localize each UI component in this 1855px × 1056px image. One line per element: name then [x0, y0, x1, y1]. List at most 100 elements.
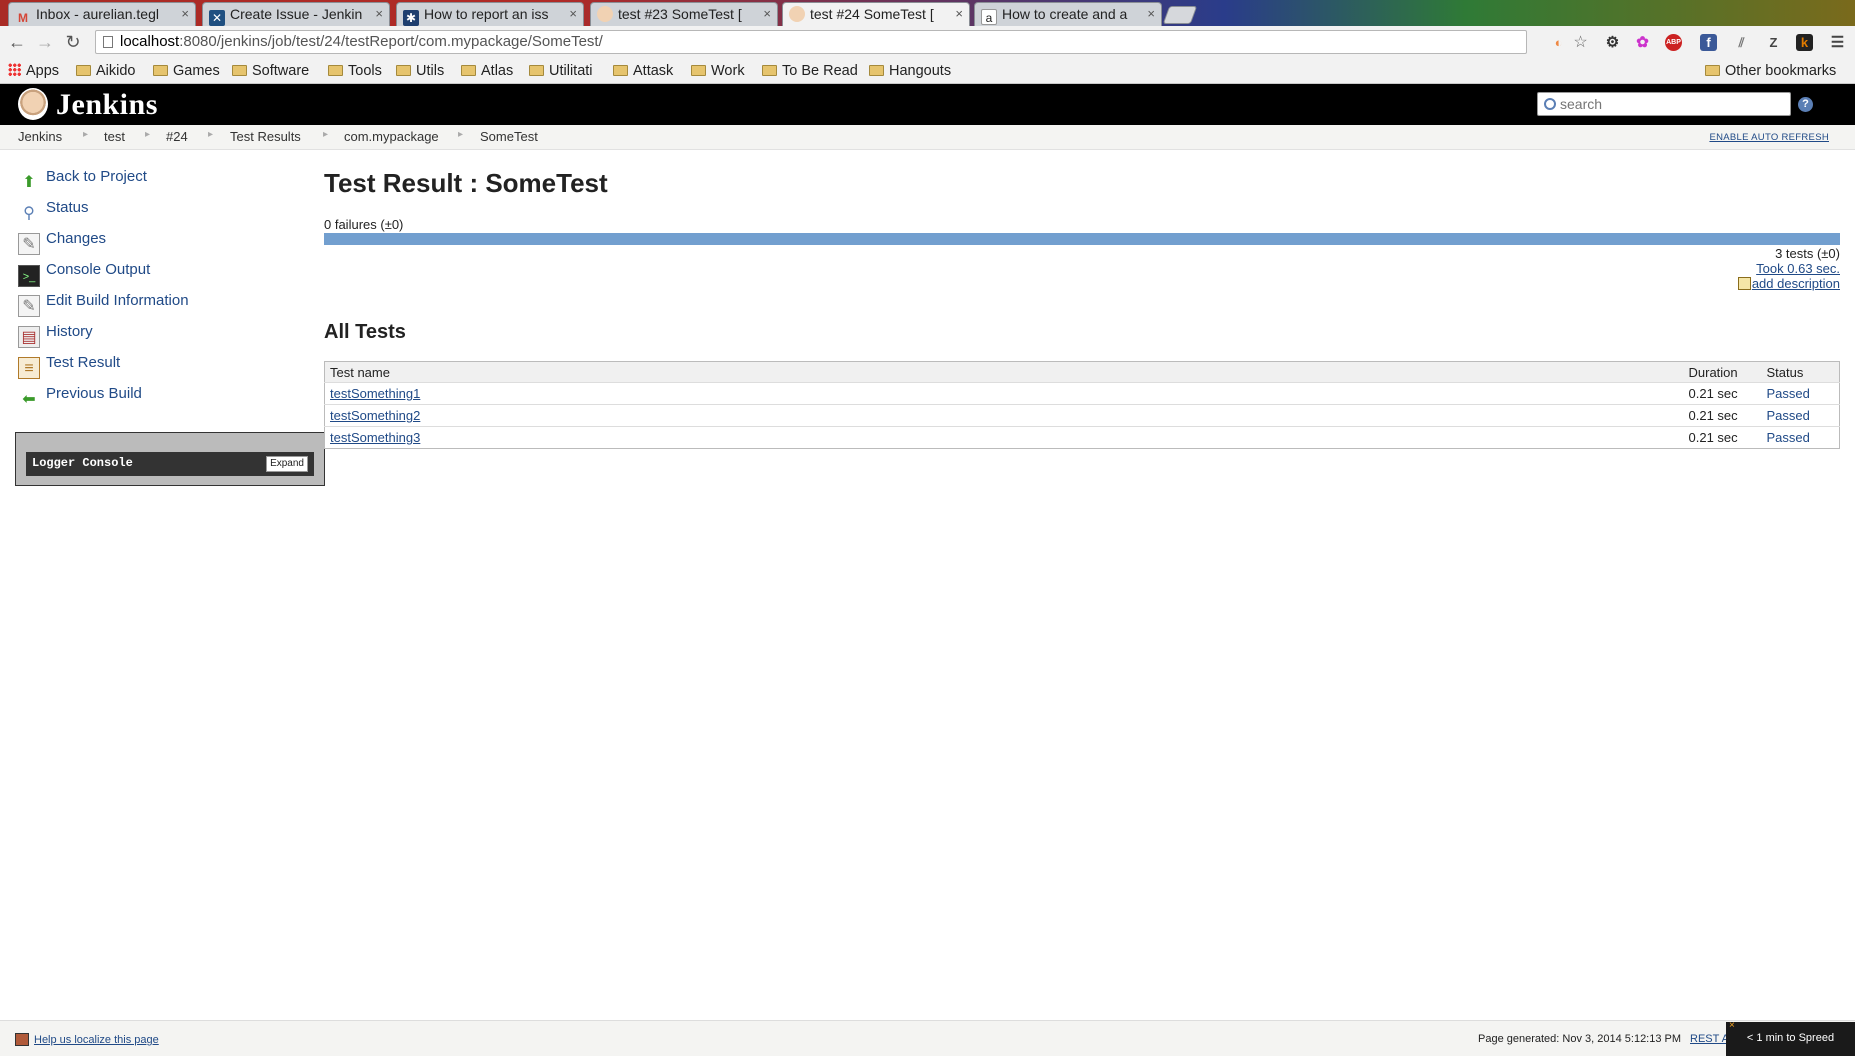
new-tab-button[interactable] — [1162, 6, 1198, 24]
sidebar-item-changes[interactable]: ✎ Changes — [18, 230, 106, 255]
duration-cell: 0.21 sec — [1683, 404, 1762, 427]
colorful-extension-icon[interactable]: ✿ — [1634, 34, 1651, 51]
bookmark-attask[interactable]: Attask — [613, 62, 673, 80]
column-header-duration[interactable]: Duration — [1683, 361, 1762, 383]
forward-arrow-icon[interactable]: → — [34, 31, 56, 53]
close-icon[interactable]: × — [1729, 1020, 1735, 1031]
close-tab-icon[interactable]: × — [1147, 3, 1155, 25]
notepad-edit-icon — [1737, 277, 1751, 290]
browser-tab-how-to-create[interactable]: a How to create and a × — [974, 2, 1162, 26]
page-generated-timestamp: Page generated: Nov 3, 2014 5:12:13 PM — [1478, 1033, 1682, 1045]
browser-tab-report-issue[interactable]: ✱ How to report an iss × — [396, 2, 584, 26]
breadcrumb-build-24[interactable]: #24 — [166, 129, 188, 144]
browser-tab-test-24[interactable]: test #24 SomeTest [× — [782, 2, 970, 27]
close-tab-icon[interactable]: × — [569, 3, 577, 25]
jenkins-icon — [789, 6, 805, 22]
table-header-row: Test name Duration Status — [324, 361, 1840, 383]
column-header-test-name[interactable]: Test name — [324, 361, 1684, 383]
folder-icon — [1705, 65, 1720, 76]
sidebar-item-status[interactable]: ⚲ Status — [18, 199, 88, 225]
breadcrumb-separator-icon: ▸ — [208, 129, 214, 140]
bookmark-tools[interactable]: Tools — [328, 62, 382, 80]
breadcrumb-test-results[interactable]: Test Results — [230, 129, 301, 144]
folder-icon — [762, 65, 777, 76]
breadcrumb: Jenkins ▸ test ▸ #24 ▸ Test Results ▸ co… — [0, 125, 1855, 150]
close-tab-icon[interactable]: × — [375, 3, 383, 25]
bookmark-aikido[interactable]: Aikido — [76, 62, 136, 80]
column-header-status[interactable]: Status — [1761, 361, 1840, 383]
bookmark-software[interactable]: Software — [232, 62, 309, 80]
folder-icon — [869, 65, 884, 76]
bookmark-star-icon[interactable]: ☆ — [1572, 34, 1589, 51]
bookmark-hangouts[interactable]: Hangouts — [869, 62, 951, 80]
history-icon: ▤ — [18, 326, 40, 348]
bookmark-work[interactable]: Work — [691, 62, 745, 80]
search-input[interactable] — [1537, 92, 1791, 116]
test-name-link[interactable]: testSomething3 — [330, 430, 420, 445]
folder-icon — [232, 65, 247, 76]
logger-expand-button[interactable]: Expand — [266, 456, 308, 472]
sidebar-item-back-to-project[interactable]: ⬆ Back to Project — [18, 168, 147, 194]
notepad-icon: ✎ — [18, 233, 40, 255]
took-duration-link[interactable]: Took 0.63 sec. — [1756, 261, 1840, 276]
breadcrumb-test[interactable]: test — [104, 129, 125, 144]
facebook-icon[interactable]: f — [1700, 34, 1717, 51]
sidebar-item-previous-build[interactable]: ⬅ Previous Build — [18, 385, 142, 411]
folder-icon — [396, 65, 411, 76]
bookmark-atlas[interactable]: Atlas — [461, 62, 513, 80]
color-picker-icon[interactable]: ◐ — [1550, 34, 1567, 51]
breadcrumb-jenkins[interactable]: Jenkins — [18, 129, 62, 144]
back-arrow-icon[interactable]: ← — [6, 31, 28, 53]
help-icon[interactable]: ? — [1798, 97, 1813, 112]
help-localize-link[interactable]: Help us localize this page — [34, 1034, 159, 1046]
zotero-icon[interactable]: Z — [1765, 34, 1782, 51]
sidebar-item-console-output[interactable]: >_ Console Output — [18, 261, 150, 287]
breadcrumb-package[interactable]: com.mypackage — [344, 129, 439, 144]
browser-tab-gmail[interactable]: M Inbox - aurelian.tegl × — [8, 2, 196, 26]
table-row: testSomething1 0.21 sec Passed — [324, 382, 1840, 405]
bookmark-other[interactable]: Other bookmarks — [1705, 62, 1836, 80]
folder-icon — [328, 65, 343, 76]
bookmarks-bar: Apps Aikido Games Software Tools Utils A… — [0, 58, 1855, 84]
test-name-link[interactable]: testSomething1 — [330, 386, 420, 401]
table-row: testSomething3 0.21 sec Passed — [324, 426, 1840, 449]
jenkins-logo-icon[interactable] — [18, 88, 48, 120]
close-tab-icon[interactable]: × — [181, 3, 189, 25]
status-cell: Passed — [1761, 382, 1840, 405]
rest-api-link[interactable]: REST A — [1690, 1033, 1729, 1045]
confluence-icon: ✱ — [403, 10, 419, 26]
folder-icon — [529, 65, 544, 76]
logger-console-title: Logger Console — [32, 456, 133, 470]
sidebar-item-test-result[interactable]: ≡ Test Result — [18, 354, 120, 379]
address-bar[interactable]: localhost:8080/jenkins/job/test/24/testR… — [95, 30, 1527, 54]
add-description-link[interactable]: add description — [1737, 276, 1840, 291]
bookmark-utils[interactable]: Utils — [396, 62, 444, 80]
bookmark-to-be-read[interactable]: To Be Read — [762, 62, 858, 80]
library-icon[interactable]: ⫽ — [1733, 34, 1750, 51]
logger-console-panel: Logger Console Expand — [15, 432, 325, 486]
settings-gear-icon[interactable]: ⚙ — [1604, 34, 1621, 51]
close-tab-icon[interactable]: × — [763, 3, 771, 25]
bookmark-utilitati[interactable]: Utilitati — [529, 62, 593, 80]
test-results-table: Test name Duration Status testSomething1… — [324, 361, 1840, 449]
page-icon — [103, 36, 113, 48]
sidebar-item-edit-build-information[interactable]: ✎ Edit Build Information — [18, 292, 189, 317]
menu-icon[interactable]: ☰ — [1829, 34, 1846, 51]
k-extension-icon[interactable]: k — [1796, 34, 1813, 51]
browser-tab-create-issue[interactable]: ✕ Create Issue - Jenkin × — [202, 2, 390, 26]
duration-cell: 0.21 sec — [1683, 426, 1762, 449]
all-tests-heading: All Tests — [324, 321, 406, 343]
browser-tab-test-23[interactable]: test #23 SomeTest [× — [590, 2, 778, 26]
breadcrumb-sometest[interactable]: SomeTest — [480, 129, 538, 144]
adblock-icon[interactable]: ABP — [1665, 34, 1682, 51]
test-name-link[interactable]: testSomething2 — [330, 408, 420, 423]
enable-auto-refresh-link[interactable]: ENABLE AUTO REFRESH — [1709, 132, 1829, 143]
sidebar-item-history[interactable]: ▤ History — [18, 323, 93, 348]
bookmark-games[interactable]: Games — [153, 62, 220, 80]
spreed-notification[interactable]: < 1 min to Spreed — [1726, 1022, 1855, 1056]
bookmark-apps[interactable]: Apps — [8, 62, 59, 80]
jenkins-title[interactable]: Jenkins — [56, 88, 158, 122]
close-tab-icon[interactable]: × — [955, 3, 963, 25]
amazon-icon: a — [981, 9, 997, 25]
reload-icon[interactable]: ↻ — [62, 31, 84, 53]
